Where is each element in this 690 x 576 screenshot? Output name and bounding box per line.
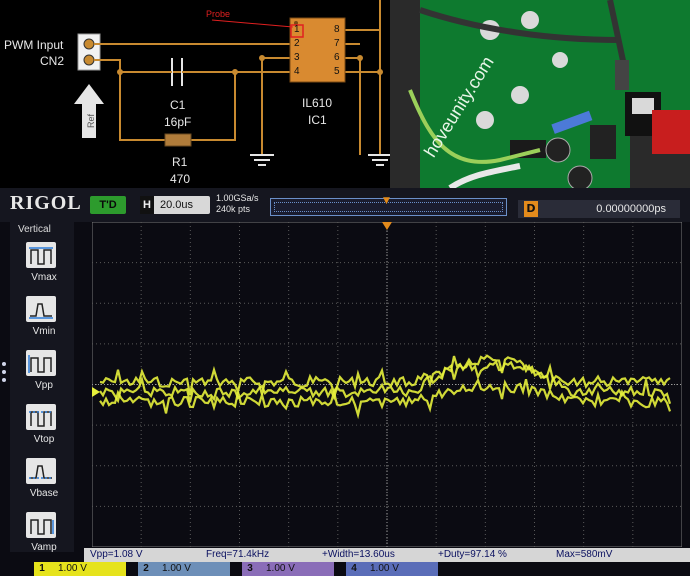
trigger-status-badge: T'D [90,196,126,214]
measurement-bar: Vpp=1.08 V Freq=71.4kHz +Width=13.60us +… [84,548,690,562]
ic-name: IL610 [302,96,333,110]
channel-bar: 1 1.00 V 2 1.00 V 3 1.00 V 4 1.00 V [0,562,690,576]
cn2-label: CN2 [40,54,65,68]
menu-item-label: Vpp [35,380,53,391]
ic-pin-6: 6 [334,52,340,63]
menu-title: Vertical [18,224,51,235]
ic-ref: IC1 [308,113,327,127]
channel-number: 2 [143,563,149,574]
channel-scale: 1.00 V [162,563,191,574]
delay-display[interactable]: D 0.00000000ps [518,200,680,218]
menu-item-label: Vamp [31,542,57,553]
ic-pin-7: 7 [334,38,340,49]
channel-number: 1 [39,563,45,574]
r1-value: 470 [170,172,191,186]
menu-item-label: Vmax [31,272,57,283]
vtop-icon [26,404,56,430]
timebase-display[interactable]: H 20.0us [140,196,210,214]
ic-pin-4: 4 [294,66,300,77]
measure-max: Max=580mV [556,549,613,560]
channel-scale: 1.00 V [58,563,87,574]
channel-scale: 1.00 V [266,563,295,574]
vbase-icon [26,458,56,484]
c1-name: C1 [170,98,186,112]
channel-scale: 1.00 V [370,563,399,574]
waveform-grid [92,222,682,547]
channel-1-status[interactable]: 1 1.00 V [34,562,126,576]
menu-item-vamp[interactable]: Vamp [24,512,58,566]
channel-number: 3 [247,563,253,574]
c1-value: 16pF [164,115,192,129]
timebase-value: 20.0us [160,199,194,211]
channel-3-status[interactable]: 3 1.00 V [242,562,334,576]
menu-item-vtop[interactable]: Vtop [24,404,58,458]
menu-item-label: Vtop [33,434,55,445]
waveform-display[interactable] [92,222,682,547]
measure-freq: Freq=71.4kHz [206,549,270,560]
menu-page-dots [0,358,10,386]
schematic-drawing [74,0,390,166]
measure-duty: +Duty=97.14 % [438,549,507,560]
ic-pin-2: 2 [294,38,300,49]
r1-name: R1 [172,155,188,169]
sample-rate-display: 1.00GSa/s 240k pts [216,193,259,215]
ref-label: Ref [86,113,97,129]
vmin-icon [26,296,56,322]
sample-rate: 1.00GSa/s [216,193,259,203]
ic-pin-1: 1 [294,24,300,35]
ic-pin-8: 8 [334,24,340,35]
vmax-icon [26,242,56,268]
menu-item-vmin[interactable]: Vmin [24,296,58,350]
menu-item-vmax[interactable]: Vmax [24,242,58,296]
memory-position-bar[interactable]: ▼ [270,196,507,216]
channel-number: 4 [351,563,357,574]
measure-width: +Width=13.60us [322,549,395,560]
rigol-logo: RIGOL [10,192,82,214]
menu-item-label: Vmin [32,326,56,337]
schematic-panel: Probe PWM Input CN2 Ref C1 16pF R1 470 I… [0,0,390,188]
channel-2-status[interactable]: 2 1.00 V [138,562,230,576]
menu-item-vbase[interactable]: Vbase [24,458,58,512]
pwm-input-label: PWM Input [4,38,64,52]
delay-value: 0.00000000ps [596,203,666,215]
vamp-icon [26,512,56,538]
ic-pin-3: 3 [294,52,300,63]
timebase-key: H [140,196,154,214]
delay-key: D [524,201,538,217]
pcb-photo: hoveunity.com [390,0,690,188]
vertical-measure-menu: Vertical Vmax Vmin Vpp Vtop Vbase Vamp [10,222,74,553]
menu-item-vpp[interactable]: Vpp [24,350,58,404]
measure-vpp: Vpp=1.08 V [90,549,143,560]
channel-4-status[interactable]: 4 1.00 V [346,562,438,576]
trigger-position-marker-icon: ▼ [383,196,390,206]
probe-label: Probe [206,9,231,19]
ic-pin-5: 5 [334,66,340,77]
memory-depth: 240k pts [216,204,251,214]
scope-status-bar: RIGOL T'D H 20.0us 1.00GSa/s 240k pts ▼ D… [0,188,690,222]
oscilloscope-screen: RIGOL T'D H 20.0us 1.00GSa/s 240k pts ▼ D… [0,188,690,576]
vpp-icon [26,350,56,376]
menu-item-label: Vbase [29,488,59,499]
